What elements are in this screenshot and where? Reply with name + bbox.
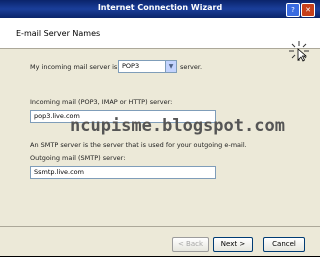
wizard-header: E-mail Server Names xyxy=(0,18,320,62)
wizard-content xyxy=(0,49,320,225)
back-button[interactable]: < Back xyxy=(172,237,209,252)
chevron-down-icon[interactable]: ▼ xyxy=(165,61,176,72)
page-title: E-mail Server Names xyxy=(16,29,101,38)
title-bar: Internet Connection Wizard ? ✕ xyxy=(0,0,320,18)
window-title: Internet Connection Wizard xyxy=(97,3,223,12)
close-button[interactable]: ✕ xyxy=(301,3,315,17)
cancel-button[interactable]: Cancel xyxy=(263,237,305,252)
server-type-label: My incoming mail server is a xyxy=(30,63,124,71)
outgoing-server-field[interactable]: Ssmtp.live.com xyxy=(30,166,216,179)
smtp-note: An SMTP server is the server that is use… xyxy=(30,141,247,149)
watermark-text: ncupisme.blogspot.com xyxy=(70,116,285,136)
server-type-dropdown[interactable]: POP3 ▼ xyxy=(118,60,177,73)
outgoing-server-value: Ssmtp.live.com xyxy=(34,168,84,176)
incoming-server-label: Incoming mail (POP3, IMAP or HTTP) serve… xyxy=(30,98,173,106)
outgoing-server-label: Outgoing mail (SMTP) server: xyxy=(30,154,126,162)
wizard-window: Internet Connection Wizard ? ✕ E-mail Se… xyxy=(0,0,320,256)
server-type-suffix: server. xyxy=(180,63,203,71)
next-button[interactable]: Next > xyxy=(213,237,253,252)
help-button[interactable]: ? xyxy=(286,3,300,17)
server-type-value: POP3 xyxy=(122,62,140,70)
